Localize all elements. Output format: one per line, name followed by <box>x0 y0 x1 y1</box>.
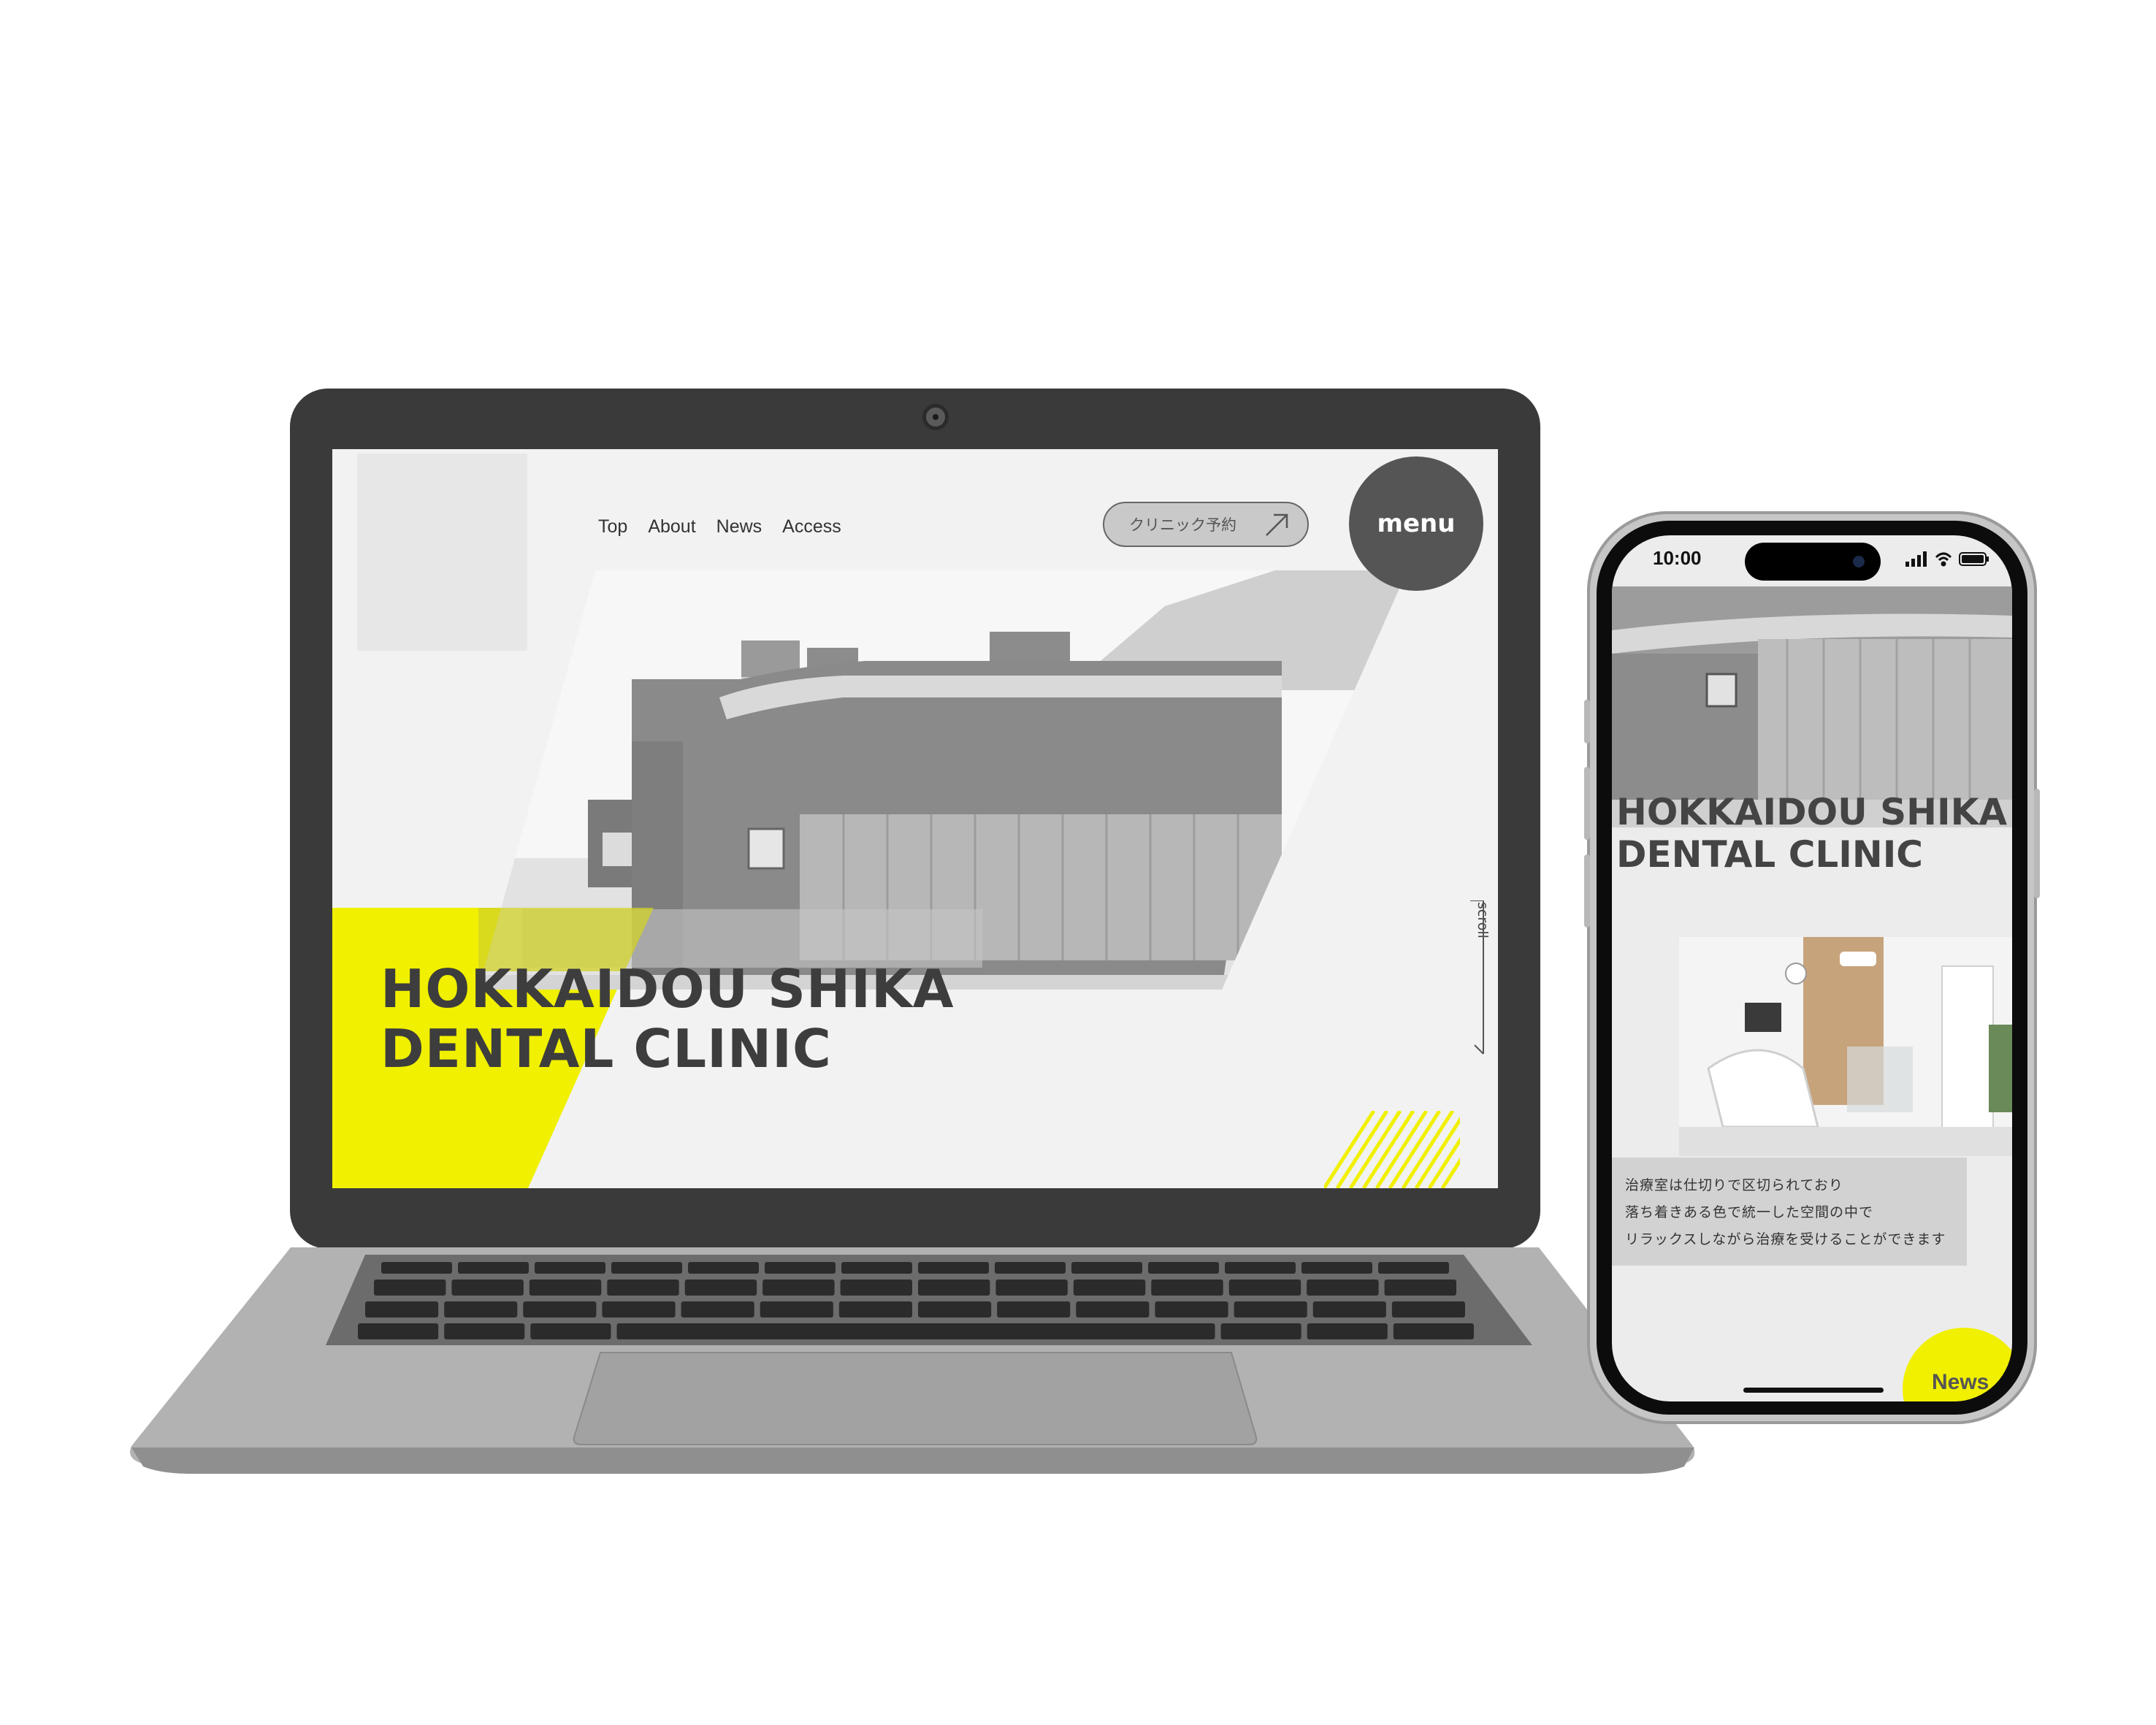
keyboard-key <box>918 1280 990 1296</box>
phone-hero-title-line-1: HOKKAIDOU SHIKA <box>1616 791 2008 833</box>
keyboard-key <box>1148 1262 1219 1274</box>
status-time: 10:00 <box>1653 547 1702 569</box>
keyboard-key <box>358 1323 439 1339</box>
front-camera-icon <box>1853 556 1865 567</box>
keyboard-key <box>762 1280 835 1296</box>
nav-link-top[interactable]: Top <box>598 516 627 538</box>
treatment-room-caption: 治療室は仕切りで区切られており 落ち着きある色で統一した空間の中で リラックスし… <box>1612 1158 1967 1266</box>
keyboard-key <box>838 1301 912 1317</box>
keyboard-key <box>451 1280 524 1296</box>
dynamic-island <box>1745 543 1881 581</box>
keyboard-key <box>523 1301 597 1317</box>
keyboard-key <box>1048 1323 1129 1339</box>
caption-line-2: 落ち着きある色で統一した空間の中で <box>1625 1204 1874 1220</box>
keyboard-key <box>840 1280 912 1296</box>
status-icons <box>1905 551 1989 567</box>
keyboard-key <box>1393 1323 1474 1339</box>
home-indicator[interactable] <box>1743 1388 1884 1393</box>
keyboard-key <box>1307 1323 1388 1339</box>
keyboard-key <box>616 1323 697 1339</box>
keyboard-key <box>529 1280 602 1296</box>
caption-line-3: リラックスしながら治療を受けることができます <box>1625 1231 1946 1247</box>
news-button[interactable]: News <box>1903 1328 2012 1401</box>
hero-title-line-2: DENTAL CLINIC <box>381 1018 832 1079</box>
keyboard-key <box>703 1323 784 1339</box>
nav-link-access[interactable]: Access <box>782 516 841 538</box>
webcam-icon <box>922 404 949 430</box>
keyboard-key <box>684 1280 757 1296</box>
main-nav: Top About News Access <box>598 516 841 538</box>
keyboard-key <box>1071 1262 1142 1274</box>
keyboard-key <box>918 1301 992 1317</box>
wifi-icon <box>1935 552 1952 567</box>
caption-line-1: 治療室は仕切りで区切られており <box>1625 1177 1843 1193</box>
diagonal-stripes-decoration <box>1324 1111 1460 1188</box>
phone-hero-title: HOKKAIDOU SHIKA DENTAL CLINIC <box>1616 791 2007 876</box>
phone-screen: 10:00 HOKKAIDOU SHIKA DENTAL CLINIC 治療室は… <box>1612 535 2012 1401</box>
keyboard-key <box>1073 1280 1146 1296</box>
signal-icon <box>1905 551 1927 567</box>
keyboard-key <box>995 1262 1066 1274</box>
keyboard-key <box>962 1323 1043 1339</box>
keyboard-key <box>1307 1280 1379 1296</box>
nav-link-about[interactable]: About <box>648 516 695 538</box>
keyboard-key <box>1134 1323 1215 1339</box>
keyboard-key <box>1234 1301 1307 1317</box>
keyboard-key <box>1391 1301 1465 1317</box>
keyboard-key <box>997 1301 1071 1317</box>
keyboard-key <box>1301 1262 1372 1274</box>
keyboard-key <box>688 1262 759 1274</box>
phone-hero-title-line-2: DENTAL CLINIC <box>1616 833 1923 876</box>
arrow-up-right-icon <box>1266 513 1288 536</box>
keyboard-spacebar <box>643 1323 1169 1339</box>
keyboard-key <box>1378 1262 1449 1274</box>
keyboard-key <box>1312 1301 1386 1317</box>
keyboard-key <box>875 1323 957 1339</box>
reservation-label: クリニック予約 <box>1129 516 1236 534</box>
keyboard-key <box>1076 1301 1150 1317</box>
scroll-down-icon[interactable] <box>1470 900 1492 1055</box>
keyboard-key <box>611 1262 682 1274</box>
keyboard-key <box>365 1301 439 1317</box>
keyboard-key <box>681 1301 754 1317</box>
menu-button[interactable]: menu <box>1349 456 1483 591</box>
keyboard-key <box>381 1262 452 1274</box>
battery-icon <box>1959 552 1989 566</box>
clinic-reservation-button[interactable]: クリニック予約 <box>1103 502 1309 547</box>
keyboard-key <box>535 1262 605 1274</box>
logo-placeholder <box>357 454 527 651</box>
treatment-room-photo <box>1679 937 2012 1156</box>
keyboard-key <box>1151 1280 1223 1296</box>
keyboard-key <box>760 1301 833 1317</box>
phone-volume-up <box>1584 700 1590 743</box>
keyboard-key <box>1384 1280 1456 1296</box>
menu-label: menu <box>1377 509 1456 538</box>
keyboard-key <box>444 1301 518 1317</box>
keyboard-key <box>1225 1262 1296 1274</box>
keyboard-key <box>444 1323 525 1339</box>
laptop-screen: Top About News Access クリニック予約 menu HOKKA… <box>332 449 1498 1188</box>
nav-link-news[interactable]: News <box>716 516 762 538</box>
keyboard <box>358 1262 1474 1339</box>
keyboard-key <box>1155 1301 1228 1317</box>
keyboard-key <box>841 1262 912 1274</box>
news-label: News <box>1932 1370 1989 1394</box>
keyboard-key <box>607 1280 679 1296</box>
keyboard-key <box>1228 1280 1301 1296</box>
keyboard-key <box>374 1280 446 1296</box>
phone-side-button <box>2034 789 2040 898</box>
keyboard-key <box>789 1323 870 1339</box>
keyboard-key <box>458 1262 529 1274</box>
keyboard-key <box>1220 1323 1301 1339</box>
keyboard-key <box>602 1301 676 1317</box>
phone-volume-down <box>1584 767 1590 840</box>
phone-volume-down-2 <box>1584 854 1590 927</box>
keyboard-key <box>765 1262 836 1274</box>
keyboard-key <box>530 1323 611 1339</box>
hero-title: HOKKAIDOU SHIKA DENTAL CLINIC <box>381 959 954 1079</box>
keyboard-key <box>995 1280 1068 1296</box>
keyboard-key <box>918 1262 989 1274</box>
hero-title-line-1: HOKKAIDOU SHIKA <box>381 958 955 1020</box>
